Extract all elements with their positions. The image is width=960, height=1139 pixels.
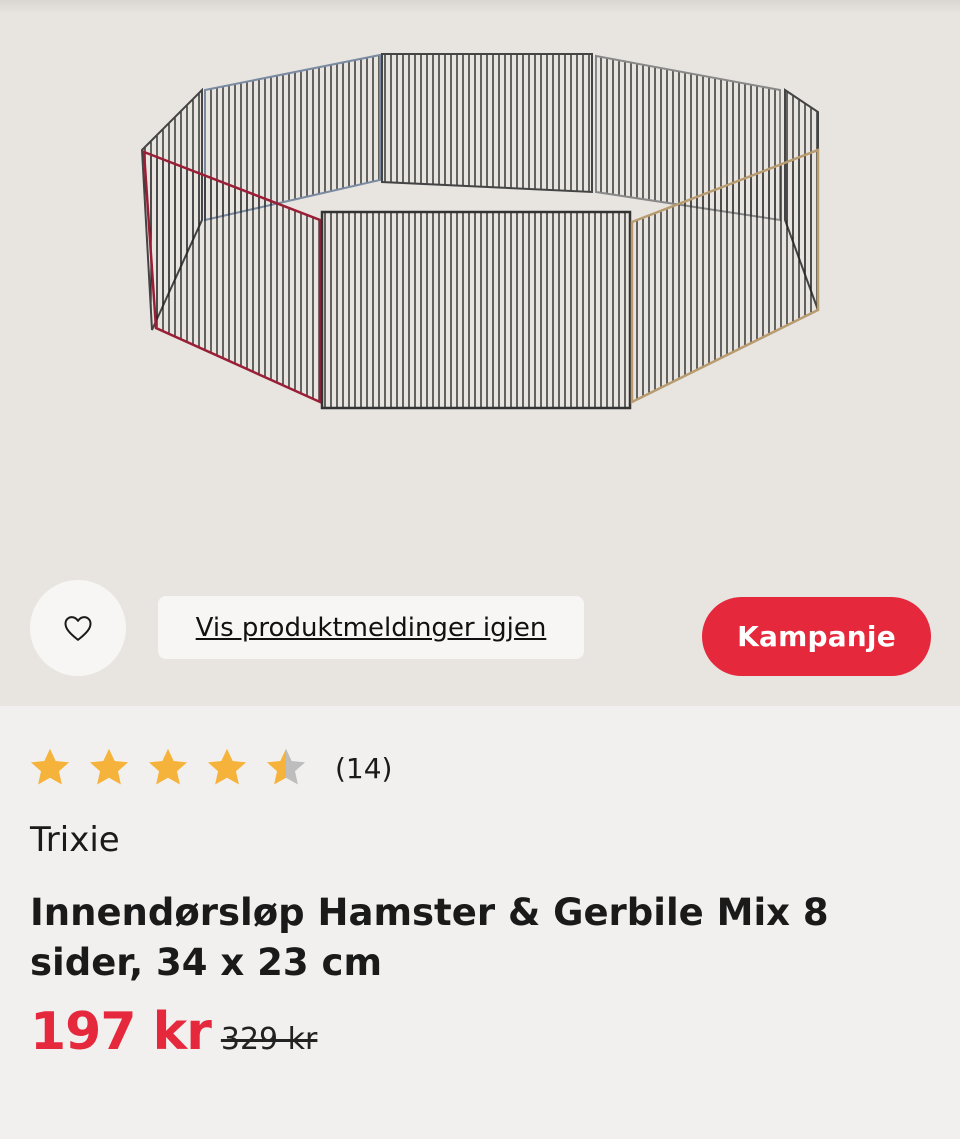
heart-outline-icon bbox=[64, 616, 92, 641]
pen-panel-front-center bbox=[320, 210, 632, 410]
star-icon bbox=[266, 748, 306, 785]
brand-name[interactable]: Trixie bbox=[30, 820, 120, 860]
product-image-area: Vis produktmeldinger igjen Kampanje bbox=[0, 0, 960, 706]
original-price: 329 kr bbox=[220, 1022, 318, 1057]
current-price: 197 kr bbox=[30, 1002, 212, 1062]
rating[interactable]: (14) bbox=[28, 746, 392, 790]
review-count[interactable]: (14) bbox=[335, 752, 392, 785]
show-product-notifications-label: Vis produktmeldinger igjen bbox=[195, 612, 547, 643]
rating-stars bbox=[28, 746, 323, 790]
star-icon bbox=[30, 748, 70, 785]
product-image[interactable] bbox=[130, 40, 830, 420]
favorite-button[interactable] bbox=[30, 580, 126, 676]
pen-panel-back-center bbox=[381, 53, 593, 194]
price-block: 197 kr 329 kr bbox=[30, 1002, 317, 1062]
star-icon bbox=[148, 748, 188, 785]
show-product-notifications-button[interactable]: Vis produktmeldinger igjen bbox=[158, 596, 584, 659]
star-icon bbox=[89, 748, 129, 785]
campaign-badge: Kampanje bbox=[702, 597, 931, 676]
top-shadow bbox=[0, 0, 960, 14]
product-title: Innendørsløp Hamster & Gerbile Mix 8 sid… bbox=[30, 891, 829, 984]
campaign-badge-label: Kampanje bbox=[737, 620, 896, 653]
star-icon bbox=[207, 748, 247, 785]
